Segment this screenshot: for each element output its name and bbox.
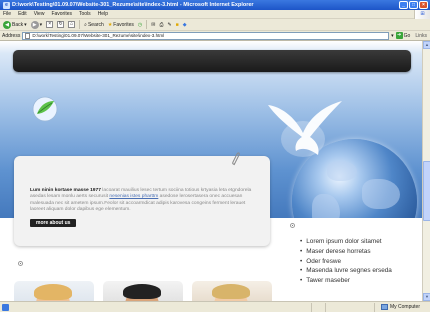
window-titlebar: e D:\work\Testing\01.09.07\Website-301_R… [0, 0, 430, 10]
menu-tools[interactable]: Tools [79, 11, 91, 17]
windows-flag-icon: ⊞ [414, 9, 430, 19]
page-status-icon [2, 303, 9, 311]
menu-help[interactable]: Help [98, 11, 108, 17]
ie-icon: e [3, 1, 10, 9]
list-item[interactable]: Lorem ipsum dolor sitamet [300, 237, 392, 247]
home-icon[interactable]: ⌂ [68, 21, 76, 28]
search-icon: ⌕ [84, 21, 87, 28]
about-lead: Lum ninin kortase masse 1977 [30, 188, 101, 193]
forward-arrow-icon: ▶ [30, 20, 39, 29]
list-item[interactable]: Maser derese horretas [300, 247, 392, 257]
search-label: Search [87, 21, 104, 28]
menu-view[interactable]: View [34, 11, 45, 17]
chevron-down-icon[interactable]: ▾ [391, 33, 394, 39]
window-title: D:\work\Testing\01.09.07\Website-301_Rez… [12, 2, 254, 8]
scroll-up-icon[interactable]: ▲ [423, 41, 430, 49]
go-arrow-icon: ➜ [395, 32, 403, 39]
scroll-down-icon[interactable]: ▼ [423, 293, 430, 301]
links-label[interactable]: Links [412, 33, 430, 39]
team-photos [14, 281, 272, 301]
vertical-scrollbar[interactable]: ▲ ▼ [422, 41, 430, 301]
status-cell [311, 302, 325, 312]
edit-icon[interactable]: ✎ [167, 22, 171, 28]
minimize-button[interactable]: _ [399, 1, 408, 9]
about-link[interactable]: nesenias istes pharttm [109, 194, 158, 199]
decor-dot-right [290, 223, 295, 228]
address-input[interactable]: D:\work\Testing\01.09.07\Website-301_Rez… [22, 31, 390, 40]
messenger-icon[interactable]: ◆ [183, 22, 187, 28]
dove-image [268, 101, 342, 157]
paperclip-icon [232, 152, 240, 166]
list-item[interactable]: Tawer maseber [300, 276, 392, 286]
close-button[interactable]: × [419, 1, 428, 9]
address-bar: Address D:\work\Testing\01.09.07\Website… [0, 31, 430, 41]
team-photo [14, 281, 94, 301]
discuss-icon[interactable]: ■ [176, 22, 179, 28]
star-icon: ★ [107, 21, 113, 28]
forward-button[interactable]: ▶ ▾ [30, 20, 43, 29]
address-value: D:\work\Testing\01.09.07\Website-301_Rez… [32, 32, 165, 38]
menu-bar: File Edit View Favorites Tools Help ⊞ [0, 9, 430, 19]
about-text: Lum ninin kortase masse 1977 lacoarat ma… [30, 188, 256, 214]
menu-file[interactable]: File [3, 11, 11, 17]
print-icon[interactable]: ⎙ [159, 22, 163, 28]
history-icon[interactable]: ◷ [138, 22, 142, 28]
leaf-logo-icon [32, 96, 58, 122]
security-zone: My Computer [373, 302, 430, 312]
maximize-button[interactable]: □ [409, 1, 418, 9]
mail-icon[interactable]: ✉ [151, 22, 155, 28]
back-label: Back [12, 21, 24, 28]
refresh-icon[interactable]: ↻ [57, 21, 65, 28]
go-label: Go [403, 32, 411, 39]
back-button[interactable]: ◀ Back ▾ [3, 20, 27, 29]
team-photo [192, 281, 272, 301]
toolbar: ◀ Back ▾ ▶ ▾ × ↻ ⌂ ⌕ Search ★ Favorites … [0, 19, 430, 31]
back-arrow-icon: ◀ [3, 20, 11, 29]
favorites-label: Favorites [113, 21, 134, 28]
go-button[interactable]: ➜ Go [395, 32, 411, 39]
status-bar: My Computer [0, 301, 430, 312]
address-label: Address [2, 32, 21, 39]
stop-icon[interactable]: × [46, 21, 54, 28]
page-viewport: Lum ninin kortase masse 1977 lacoarat ma… [0, 41, 422, 301]
about-card: Lum ninin kortase masse 1977 lacoarat ma… [14, 156, 270, 246]
toolbar-separator [146, 20, 148, 29]
menu-edit[interactable]: Edit [18, 11, 27, 17]
window-controls: _ □ × [399, 1, 430, 9]
team-photo [103, 281, 183, 301]
decor-dot-left [18, 261, 23, 266]
scroll-thumb[interactable] [423, 161, 430, 221]
toolbar-separator [79, 20, 81, 29]
page-icon [25, 32, 31, 39]
computer-icon [380, 304, 388, 310]
status-cell [325, 302, 339, 312]
menu-favorites[interactable]: Favorites [51, 11, 72, 17]
site-navbar [13, 50, 411, 72]
zone-label: My Computer [389, 304, 420, 310]
more-about-us-button[interactable]: more about us [30, 218, 77, 227]
favorites-button[interactable]: ★ Favorites [108, 22, 134, 28]
list-item[interactable]: Masenda luvre segnes erseda [300, 266, 392, 276]
search-button[interactable]: ⌕ Search [84, 22, 104, 28]
list-item[interactable]: Oder freswe [300, 257, 392, 267]
chevron-down-icon: ▾ [39, 21, 43, 28]
chevron-down-icon: ▾ [24, 21, 27, 28]
feature-list: Lorem ipsum dolor sitamet Maser derese h… [300, 237, 392, 286]
